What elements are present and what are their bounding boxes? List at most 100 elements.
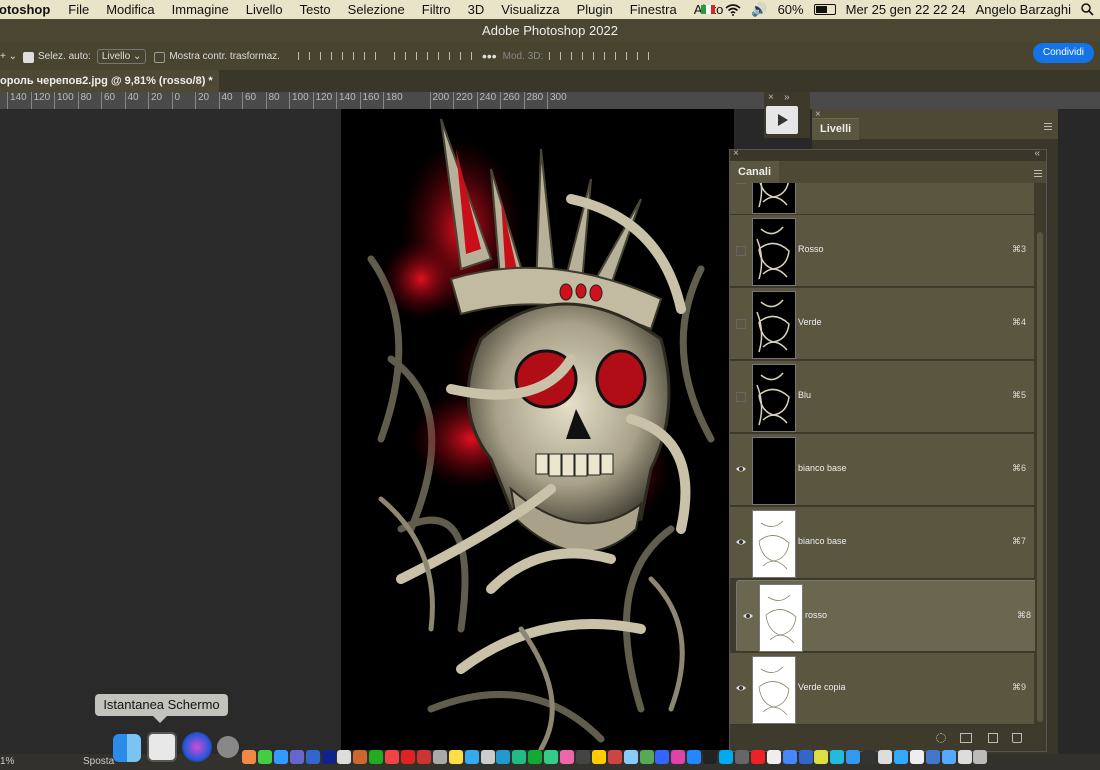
dock-app-icon[interactable] xyxy=(782,750,797,764)
strip-close-icon[interactable]: × xyxy=(768,92,774,103)
align-bottom-icon[interactable] xyxy=(437,50,450,62)
document-tab[interactable]: ороль черепов2.jpg @ 9,81% (rosso/8) * xyxy=(0,70,219,92)
drag-3d-icon[interactable] xyxy=(592,50,606,62)
dock-app-icon[interactable] xyxy=(925,750,940,764)
align-middle-v-icon[interactable] xyxy=(415,50,428,62)
launchpad-icon[interactable] xyxy=(217,736,239,758)
align-center-h-icon[interactable] xyxy=(319,50,332,62)
roll-3d-icon[interactable] xyxy=(570,50,584,62)
dock-app-icon[interactable] xyxy=(416,750,431,764)
dock-app-icon[interactable] xyxy=(973,750,988,764)
visibility-toggle[interactable] xyxy=(736,392,746,402)
dock-app-icon[interactable] xyxy=(703,750,718,764)
volume-icon[interactable]: 🔊 xyxy=(751,2,767,18)
clock[interactable]: Mer 25 gen 22 22 24 xyxy=(846,2,966,17)
more-options-icon[interactable]: ••• xyxy=(482,48,497,64)
dock-app-icon[interactable] xyxy=(512,750,527,764)
dock-app-icon[interactable] xyxy=(719,750,733,764)
screenshot-icon[interactable] xyxy=(147,732,177,762)
visibility-eye-icon[interactable] xyxy=(743,610,753,620)
channels-close-icon[interactable]: × xyxy=(733,148,739,159)
channel-row[interactable]: bianco base ⌘6 xyxy=(730,434,1034,506)
slide-3d-icon[interactable] xyxy=(614,50,628,62)
layers-menu-icon[interactable] xyxy=(1044,123,1052,124)
user-name[interactable]: Angelo Barzaghi xyxy=(976,2,1071,17)
dock-app-icon[interactable] xyxy=(432,750,447,764)
dock-app-icon[interactable] xyxy=(734,750,749,764)
menu-finestra[interactable]: Finestra xyxy=(630,2,677,17)
canvas-area[interactable] xyxy=(0,109,734,754)
dock-app-icon[interactable] xyxy=(385,750,400,764)
menu-livello[interactable]: Livello xyxy=(246,2,283,17)
dock-app-icon[interactable] xyxy=(798,750,813,764)
dock-app-icon[interactable] xyxy=(369,750,384,764)
italian-flag-icon[interactable] xyxy=(701,5,716,14)
align-left-icon[interactable] xyxy=(297,50,310,62)
dock-app-icon[interactable] xyxy=(544,750,559,764)
spotlight-search-icon[interactable] xyxy=(1081,3,1094,16)
dock-app-icon[interactable] xyxy=(655,750,670,764)
align-top-icon[interactable] xyxy=(393,50,406,62)
dock-app-icon[interactable] xyxy=(353,750,368,764)
dock-app-icon[interactable] xyxy=(242,750,256,764)
dock-app-icon[interactable] xyxy=(273,750,288,764)
dock-app-icon[interactable] xyxy=(591,750,606,764)
share-button[interactable]: Condividi xyxy=(1032,43,1094,63)
menu-visualizza[interactable]: Visualizza xyxy=(501,2,559,17)
dock-app-icon[interactable] xyxy=(671,750,686,764)
dock-app-icon[interactable] xyxy=(909,750,924,764)
delete-channel-icon[interactable] xyxy=(1012,733,1022,743)
menu-filtro[interactable]: Filtro xyxy=(422,2,451,17)
distribute-h-icon[interactable] xyxy=(363,50,376,62)
channel-row[interactable]: bianco base ⌘7 xyxy=(730,507,1034,579)
align-right-icon[interactable] xyxy=(341,50,354,62)
distribute-v-icon[interactable] xyxy=(459,50,472,62)
visibility-toggle[interactable] xyxy=(736,319,746,329)
tab-livelli[interactable]: Livelli xyxy=(812,118,860,140)
dock-app-icon[interactable] xyxy=(846,750,861,764)
channel-row[interactable]: Verde ⌘4 xyxy=(730,288,1034,360)
channel-row[interactable]: rosso ⌘8 xyxy=(736,580,1035,652)
visibility-toggle[interactable] xyxy=(736,246,746,256)
dock-app-icon[interactable] xyxy=(750,750,765,764)
strip-expand-icon[interactable]: » xyxy=(784,92,790,103)
dock-app-icon[interactable] xyxy=(623,750,638,764)
dock-app-icon[interactable] xyxy=(957,750,972,764)
dock-app-icon[interactable] xyxy=(496,750,511,764)
transform-controls-checkbox[interactable] xyxy=(154,51,166,63)
menu-file[interactable]: File xyxy=(68,2,89,17)
dock-app-icon[interactable] xyxy=(687,750,702,764)
channel-row[interactable]: Rosso ⌘3 xyxy=(730,215,1034,287)
visibility-toggle[interactable] xyxy=(736,183,746,184)
menu-selezione[interactable]: Selezione xyxy=(348,2,405,17)
dock-app-icon[interactable] xyxy=(814,750,829,764)
channel-row[interactable] xyxy=(730,183,1034,215)
dock-app-icon[interactable] xyxy=(893,750,908,764)
app-menu[interactable]: otoshop xyxy=(0,2,50,17)
dock-app-icon[interactable] xyxy=(305,750,320,764)
menu-modifica[interactable]: Modifica xyxy=(106,2,154,17)
visibility-eye-icon[interactable] xyxy=(736,463,746,473)
orbit-3d-icon[interactable] xyxy=(548,50,562,62)
dock-app-icon[interactable] xyxy=(464,750,479,764)
dock-app-icon[interactable] xyxy=(560,750,574,764)
tab-canali[interactable]: Canali xyxy=(730,161,780,183)
dock-app-icon[interactable] xyxy=(289,750,304,764)
tool-preset-chevron-icon[interactable]: + ⌄ xyxy=(0,51,17,62)
dock-app-icon[interactable] xyxy=(337,750,352,764)
actions-play-icon[interactable] xyxy=(766,106,798,134)
finder-icon[interactable] xyxy=(113,734,141,762)
zoom-readout[interactable]: 1% xyxy=(0,756,14,767)
dock-app-icon[interactable] xyxy=(401,750,415,764)
auto-select-checkbox[interactable] xyxy=(23,51,34,63)
scale-3d-icon[interactable] xyxy=(636,50,650,62)
dock-app-icon[interactable] xyxy=(448,750,463,764)
visibility-eye-icon[interactable] xyxy=(736,682,746,692)
dock-app-icon[interactable] xyxy=(766,750,781,764)
dock-app-icon[interactable] xyxy=(257,750,272,764)
auto-select-dropdown[interactable]: Livello ⌄ xyxy=(96,48,147,64)
siri-icon[interactable] xyxy=(182,732,212,762)
dock-app-icon[interactable] xyxy=(575,750,590,764)
dock-app-icon[interactable] xyxy=(528,750,543,764)
wifi-icon[interactable] xyxy=(725,3,741,16)
